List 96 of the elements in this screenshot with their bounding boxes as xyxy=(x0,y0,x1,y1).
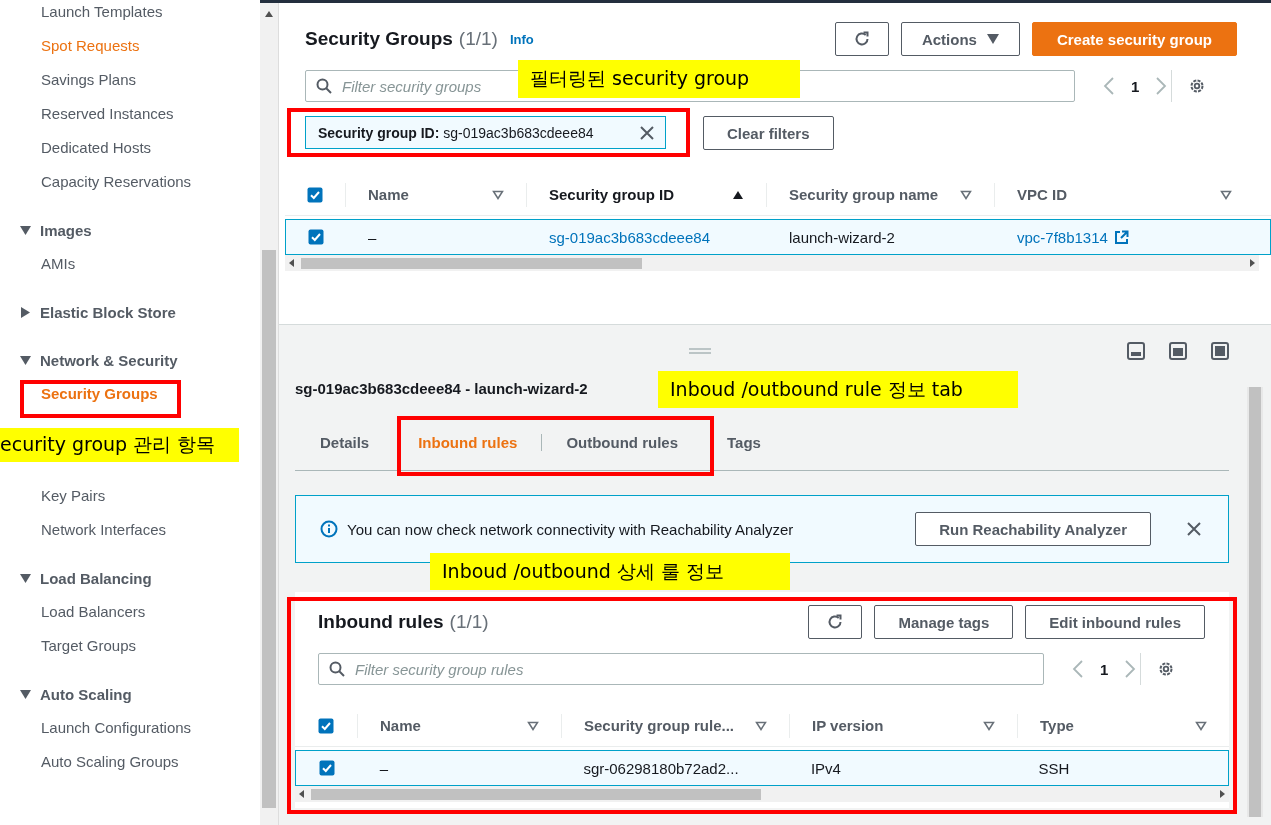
tab[interactable]: Details xyxy=(295,433,394,451)
table-cell: sgr-06298180b72ad2... xyxy=(583,759,739,777)
column-header[interactable]: Security group name xyxy=(766,182,994,207)
annotation-label: Inboud /outbound rule 정보 tab xyxy=(658,371,1018,408)
collapse-caret-icon xyxy=(20,224,31,236)
scrollbar[interactable] xyxy=(1247,387,1263,817)
sidebar-section[interactable]: Auto Scaling xyxy=(0,677,260,711)
actions-button[interactable]: Actions xyxy=(900,22,1020,56)
filter-text: Security group ID: sg-019ac3b683cdeee84 xyxy=(318,124,594,141)
clear-filters-button[interactable]: Clear filters xyxy=(703,116,834,150)
panel-bottom-icon[interactable] xyxy=(1127,342,1145,360)
column-header[interactable]: VPC ID xyxy=(994,182,1254,207)
panel-title: Security Groups xyxy=(305,28,453,50)
alert-text: You can now check network connectivity with Reachability Analyzer xyxy=(347,520,794,538)
sidebar-item[interactable]: Launch Configurations xyxy=(0,711,260,745)
annotation-label: Inboud /outbound 상세 룰 정보 xyxy=(430,553,790,590)
scroll-right-arrow-icon[interactable] xyxy=(1250,259,1255,267)
column-header[interactable]: Name xyxy=(345,182,526,207)
panel-middle-icon[interactable] xyxy=(1169,342,1187,360)
column-header[interactable]: Name xyxy=(357,713,561,738)
column-header[interactable]: Type xyxy=(1017,713,1229,738)
column-header[interactable]: Security group rule... xyxy=(561,713,789,738)
sort-icon[interactable] xyxy=(960,189,972,200)
collapse-caret-icon xyxy=(20,688,31,700)
detail-title: sg-019ac3b683cdeee84 - launch-wizard-2 xyxy=(295,380,588,397)
scrollbar[interactable] xyxy=(260,3,279,825)
expand-caret-icon xyxy=(20,306,31,318)
item-count: (1/1) xyxy=(449,611,489,633)
rules-action-button[interactable]: Edit inbound rules xyxy=(1025,605,1205,639)
external-link-icon xyxy=(1113,229,1129,245)
page-number[interactable]: 1 xyxy=(1100,660,1109,678)
column-header[interactable]: IP version xyxy=(789,713,1017,738)
sidebar-section[interactable]: Elastic Block Store xyxy=(0,295,260,329)
scroll-up-arrow-icon[interactable] xyxy=(265,11,273,17)
sidebar-item[interactable]: Dedicated Hosts xyxy=(0,131,260,165)
table-cell: – xyxy=(368,228,377,246)
panel-full-icon[interactable] xyxy=(1211,342,1229,360)
checkbox[interactable] xyxy=(318,760,335,776)
sort-icon[interactable] xyxy=(1195,720,1207,731)
vpc-link[interactable]: vpc-7f8b1314 xyxy=(1017,228,1108,246)
search-icon xyxy=(329,661,345,677)
table-cell: launch-wizard-2 xyxy=(789,228,895,246)
sidebar-item[interactable]: Network Interfaces xyxy=(0,513,260,547)
item-count: (1/1) xyxy=(458,28,498,50)
scroll-right-arrow-icon[interactable] xyxy=(1220,790,1225,798)
collapse-caret-icon xyxy=(20,354,31,366)
sort-icon[interactable] xyxy=(1220,189,1232,200)
close-icon[interactable] xyxy=(639,124,655,141)
tab[interactable]: Tags xyxy=(702,433,785,451)
refresh-icon xyxy=(826,613,845,631)
sidebar-section[interactable]: Network & Security xyxy=(0,343,260,377)
sidebar-item[interactable]: Reserved Instances xyxy=(0,97,260,131)
checkbox[interactable] xyxy=(307,186,323,203)
annotation-label: 필터링된 security group xyxy=(518,60,800,98)
sidebar-item[interactable]: Savings Plans xyxy=(0,63,260,97)
table-row[interactable]: – sgr-06298180b72ad2... IPv4 SSH xyxy=(295,750,1229,786)
column-header[interactable]: Security group ID xyxy=(526,182,766,207)
tab[interactable]: Outbound rules xyxy=(541,433,703,451)
scroll-left-arrow-icon[interactable] xyxy=(289,259,294,267)
checkbox[interactable] xyxy=(318,717,334,734)
info-icon xyxy=(320,520,338,538)
sidebar-item[interactable]: Capacity Reservations xyxy=(0,165,260,199)
sidebar-item[interactable]: Target Groups xyxy=(0,629,260,663)
sidebar-item[interactable]: Load Balancers xyxy=(0,595,260,629)
sidebar-item[interactable]: Key Pairs xyxy=(0,479,260,513)
info-link[interactable]: Info xyxy=(509,31,534,47)
sort-icon[interactable] xyxy=(492,189,504,200)
sort-ascending-icon[interactable] xyxy=(732,189,744,200)
analyzer-button[interactable]: Run Reachability Analyzer xyxy=(915,512,1151,546)
sort-icon[interactable] xyxy=(755,720,767,731)
annotation-label: ecurity group 관리 항목 xyxy=(0,428,240,462)
scroll-left-arrow-icon[interactable] xyxy=(299,790,304,798)
refresh-button[interactable] xyxy=(808,605,863,639)
rules-action-button[interactable]: Manage tags xyxy=(874,605,1014,639)
sidebar-item[interactable]: Auto Scaling Groups xyxy=(0,745,260,779)
sidebar-item[interactable]: AMIs xyxy=(0,247,260,281)
table-row[interactable]: – sg-019ac3b683cdeee84 launch-wizard-2 vpc-7f8b1314 xyxy=(285,219,1271,255)
refresh-button[interactable] xyxy=(834,22,889,56)
sidebar-item[interactable]: Launch Templates xyxy=(0,0,260,29)
collapse-caret-icon xyxy=(20,572,31,584)
caret-icon xyxy=(986,34,999,44)
search-icon xyxy=(316,78,332,94)
table-cell: – xyxy=(379,759,389,777)
card-title: Inbound rules xyxy=(318,611,444,633)
table-cell: SSH xyxy=(1038,759,1070,777)
page-number[interactable]: 1 xyxy=(1131,77,1140,95)
sidebar-section[interactable]: Images xyxy=(0,213,260,247)
close-icon[interactable] xyxy=(1186,521,1202,537)
sidebar-section[interactable]: Load Balancing xyxy=(0,561,260,595)
sort-icon[interactable] xyxy=(983,720,995,731)
horizontal-scrollbar[interactable] xyxy=(285,255,1259,271)
table-cell: IPv4 xyxy=(810,759,841,777)
sort-icon[interactable] xyxy=(527,720,539,731)
checkbox[interactable] xyxy=(308,229,324,245)
resize-handle[interactable] xyxy=(689,348,711,354)
id-link[interactable]: sg-019ac3b683cdeee84 xyxy=(549,228,710,246)
